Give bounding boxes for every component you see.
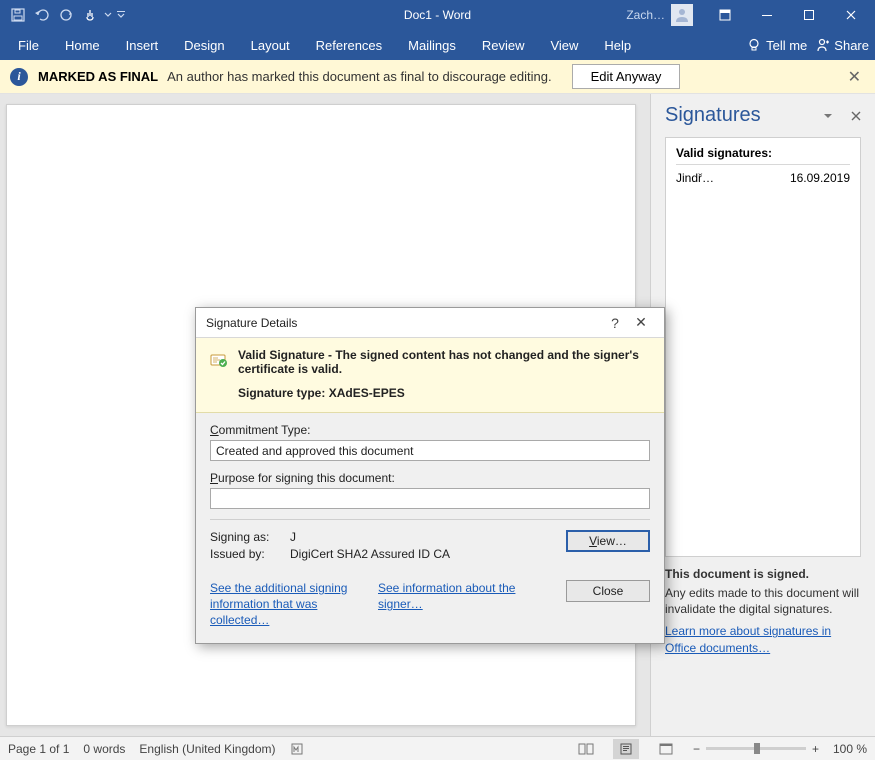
pane-close-icon[interactable] (851, 111, 861, 121)
signer-info: Signing as:J Issued by:DigiCert SHA2 Ass… (210, 530, 450, 564)
share-button[interactable]: Share (815, 38, 869, 53)
signature-date: 16.09.2019 (790, 171, 850, 185)
tab-design[interactable]: Design (172, 32, 236, 59)
share-icon (815, 38, 829, 52)
tab-home[interactable]: Home (53, 32, 112, 59)
macro-icon[interactable] (290, 742, 304, 756)
dialog-help-icon[interactable]: ? (602, 315, 628, 331)
redo-icon[interactable] (56, 5, 76, 25)
message-bar-close-icon[interactable]: ✕ (848, 67, 861, 87)
banner-message: Valid Signature - The signed content has… (238, 348, 639, 376)
zoom-slider[interactable]: − + (693, 742, 819, 756)
banner-sig-type: Signature type: XAdES-EPES (238, 386, 650, 400)
window-title: Doc1 - Word (404, 8, 471, 22)
chevron-down-icon[interactable] (104, 5, 112, 25)
tab-help[interactable]: Help (592, 32, 643, 59)
pane-footer-desc: Any edits made to this document will inv… (665, 585, 861, 617)
dialog-close-icon[interactable]: ✕ (628, 314, 654, 331)
zoom-in-icon[interactable]: + (812, 742, 819, 756)
language-indicator[interactable]: English (United Kingdom) (139, 742, 275, 756)
avatar-icon (671, 4, 693, 26)
user-account[interactable]: Zach… (626, 4, 693, 26)
signatures-section-title: Valid signatures: (676, 146, 850, 165)
pane-menu-icon[interactable] (823, 111, 833, 121)
pane-title: Signatures (665, 104, 761, 127)
signature-details-dialog: Signature Details ? ✕ Valid Signature - … (195, 307, 665, 644)
undo-icon[interactable] (32, 5, 52, 25)
commitment-type-field[interactable]: Created and approved this document (210, 440, 650, 461)
purpose-label: Purpose for signing this document: (210, 471, 650, 485)
dialog-banner: Valid Signature - The signed content has… (196, 338, 664, 413)
edit-anyway-button[interactable]: Edit Anyway (572, 64, 681, 89)
print-layout-icon[interactable] (613, 739, 639, 759)
info-icon: i (10, 68, 28, 86)
zoom-track[interactable] (706, 747, 806, 750)
web-layout-icon[interactable] (653, 739, 679, 759)
zoom-out-icon[interactable]: − (693, 742, 700, 756)
document-title: Doc1 - Word (404, 8, 471, 22)
close-icon[interactable] (831, 0, 871, 30)
signature-row[interactable]: Jindř… 16.09.2019 (676, 171, 850, 185)
additional-signing-info-link[interactable]: See the additional signing information t… (210, 580, 360, 629)
dialog-title: Signature Details (206, 316, 602, 330)
ribbon: File Home Insert Design Layout Reference… (0, 30, 875, 60)
word-count[interactable]: 0 words (83, 742, 125, 756)
signatures-list: Valid signatures: Jindř… 16.09.2019 (665, 137, 861, 557)
qat-customize-icon[interactable] (116, 5, 126, 25)
workspace: Signatures Valid signatures: Jindř… 16.0… (0, 94, 875, 736)
signing-as-label: Signing as: (210, 530, 290, 544)
read-mode-icon[interactable] (573, 739, 599, 759)
learn-more-link[interactable]: Learn more about signatures in Office do… (665, 623, 861, 655)
zoom-value[interactable]: 100 % (833, 742, 867, 756)
signer-info-link[interactable]: See information about the signer… (378, 580, 528, 629)
tab-file[interactable]: File (6, 32, 51, 59)
close-button[interactable]: Close (566, 580, 650, 602)
message-bar-title: MARKED AS FINAL (38, 69, 158, 84)
signature-valid-icon (210, 350, 228, 368)
share-label: Share (834, 38, 869, 53)
tab-references[interactable]: References (304, 32, 394, 59)
tab-insert[interactable]: Insert (114, 32, 171, 59)
page-indicator[interactable]: Page 1 of 1 (8, 742, 69, 756)
save-icon[interactable] (8, 5, 28, 25)
view-certificate-button[interactable]: View… (566, 530, 650, 552)
tab-view[interactable]: View (538, 32, 590, 59)
signatures-pane: Signatures Valid signatures: Jindř… 16.0… (650, 94, 875, 736)
status-bar: Page 1 of 1 0 words English (United King… (0, 736, 875, 760)
tell-me-search[interactable]: Tell me (747, 38, 807, 53)
ribbon-display-icon[interactable] (705, 0, 745, 30)
tab-mailings[interactable]: Mailings (396, 32, 468, 59)
pane-footer: This document is signed. Any edits made … (665, 567, 861, 656)
minimize-icon[interactable] (747, 0, 787, 30)
commitment-type-label: Commitment Type: (210, 423, 650, 437)
quick-access-toolbar (0, 5, 126, 25)
user-name: Zach… (626, 8, 665, 22)
pane-footer-title: This document is signed. (665, 567, 861, 581)
touch-mode-icon[interactable] (80, 5, 100, 25)
tab-layout[interactable]: Layout (239, 32, 302, 59)
issued-by-value: DigiCert SHA2 Assured ID CA (290, 547, 450, 561)
lightbulb-icon (747, 38, 761, 52)
issued-by-label: Issued by: (210, 547, 290, 561)
tell-me-label: Tell me (766, 38, 807, 53)
purpose-field[interactable] (210, 488, 650, 509)
dialog-titlebar: Signature Details ? ✕ (196, 308, 664, 338)
maximize-icon[interactable] (789, 0, 829, 30)
zoom-thumb[interactable] (754, 743, 760, 754)
signature-name: Jindř… (676, 171, 714, 185)
signing-as-value: J (290, 530, 406, 544)
message-bar-text: An author has marked this document as fi… (167, 69, 551, 84)
title-bar: Doc1 - Word Zach… (0, 0, 875, 30)
message-bar: i MARKED AS FINAL An author has marked t… (0, 60, 875, 94)
tab-review[interactable]: Review (470, 32, 537, 59)
